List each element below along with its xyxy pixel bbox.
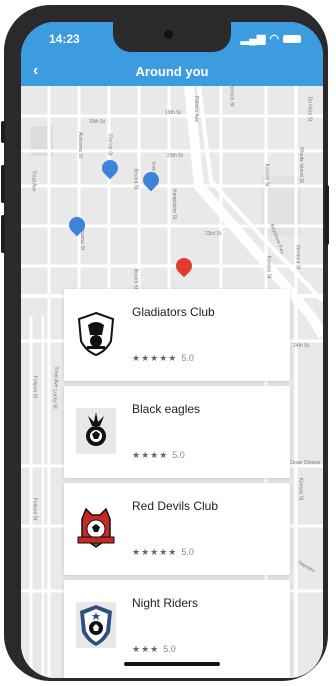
star-rating-icon: ★★★★ bbox=[132, 450, 169, 460]
club-rating: ★★★★★ 5.0 bbox=[132, 353, 194, 364]
status-time: 14:23 bbox=[49, 32, 80, 46]
black-eagles-crest-icon bbox=[76, 408, 116, 454]
nav-bar: ‹ Around you bbox=[21, 56, 323, 86]
rating-value: 5.0 bbox=[181, 547, 194, 557]
street-label: Alabama St bbox=[76, 132, 83, 158]
phone-screen: 19th St 19th St 20th St Alabama St Flori… bbox=[21, 22, 323, 678]
club-name: Red Devils Club bbox=[132, 499, 219, 513]
star-rating-icon: ★★★★★ bbox=[132, 353, 178, 363]
star-rating-icon: ★★★ bbox=[132, 644, 160, 654]
club-rating: ★★★ 5.0 bbox=[132, 644, 176, 655]
street-label: Kansas St bbox=[265, 255, 272, 279]
volume-up-button bbox=[1, 165, 5, 203]
club-rating: ★★★★ 5.0 bbox=[132, 450, 185, 461]
club-card[interactable]: Black eagles ★★★★ 5.0 bbox=[64, 386, 290, 478]
street-label: 24th St bbox=[293, 343, 309, 349]
street-label: Lucky St bbox=[51, 389, 58, 409]
night-riders-crest-icon bbox=[76, 602, 116, 648]
street-label: Kansas St bbox=[263, 163, 270, 187]
red-devils-crest-icon bbox=[77, 507, 115, 548]
street-label: 19th St bbox=[89, 119, 105, 125]
status-icons: ▂▄▆ ◠ bbox=[241, 32, 301, 45]
club-name: Black eagles bbox=[132, 402, 201, 416]
gladiators-crest-icon bbox=[77, 311, 115, 357]
street-label: Potrero Ave bbox=[193, 95, 200, 123]
street-label: 20th St bbox=[167, 153, 183, 159]
wifi-icon: ◠ bbox=[269, 33, 279, 45]
power-button bbox=[325, 185, 329, 245]
signal-icon: ▂▄▆ bbox=[240, 33, 266, 45]
phone-frame: 19th St 19th St 20th St Alabama St Flori… bbox=[1, 5, 329, 681]
rating-value: 5.0 bbox=[163, 644, 176, 654]
street-label: Kansas St bbox=[297, 477, 304, 501]
battery-icon bbox=[283, 34, 301, 43]
street-label: Treat Ave bbox=[30, 170, 37, 192]
street-label: Bryant St bbox=[132, 168, 139, 190]
street-label: Rhode Island St bbox=[297, 147, 304, 183]
star-rating-icon: ★★★★★ bbox=[132, 547, 178, 557]
club-rating: ★★★★★ 5.0 bbox=[132, 547, 194, 558]
silent-switch bbox=[1, 121, 5, 143]
page-title: Around you bbox=[135, 64, 209, 79]
home-indicator[interactable] bbox=[124, 662, 220, 666]
volume-down-button bbox=[1, 215, 5, 253]
street-label: 19th St bbox=[165, 110, 181, 116]
rating-value: 5.0 bbox=[172, 450, 185, 460]
street-label: 23rd St bbox=[205, 231, 222, 237]
street-label: Treat Ave bbox=[52, 366, 59, 388]
club-name: Night Riders bbox=[132, 596, 199, 610]
club-card[interactable]: Red Devils Club ★★★★★ 5.0 bbox=[64, 483, 290, 575]
rating-value: 5.0 bbox=[181, 353, 194, 363]
street-label: Cesar Chavez bbox=[289, 460, 321, 466]
street-label: Vermont St bbox=[294, 244, 301, 270]
street-label: Hampshire St bbox=[171, 188, 178, 220]
club-card[interactable]: Gladiators Club ★★★★★ 5.0 bbox=[64, 289, 290, 381]
camera-icon bbox=[164, 30, 173, 39]
street-label: Bryant St bbox=[132, 268, 139, 290]
street-label: De Haro St bbox=[306, 96, 313, 122]
street-label: Folsom St bbox=[31, 375, 38, 399]
street-label: Folsom St bbox=[31, 497, 38, 521]
street-label: Florida St bbox=[106, 134, 113, 156]
club-name: Gladiators Club bbox=[132, 305, 215, 319]
